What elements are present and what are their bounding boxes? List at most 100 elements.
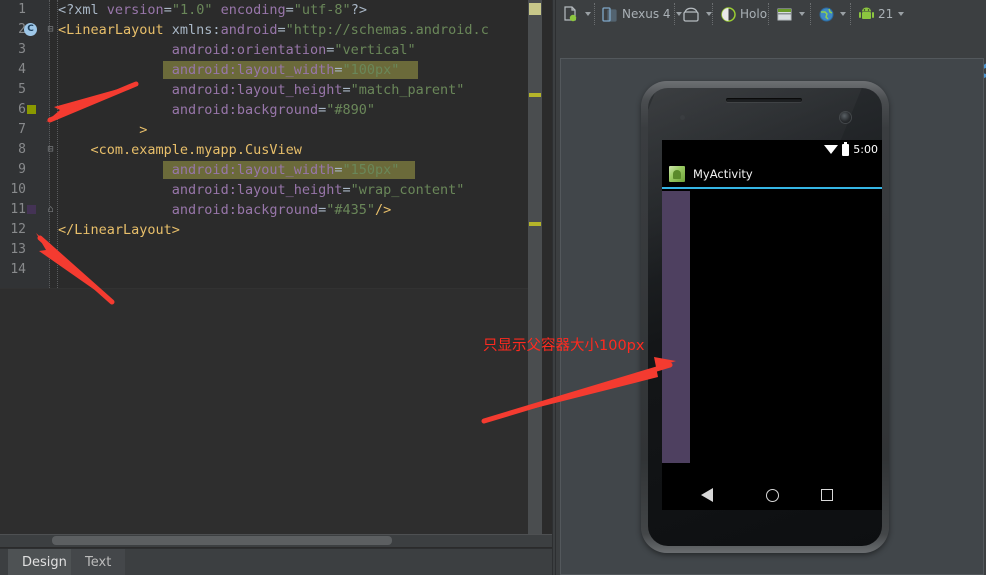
device-preview[interactable]: 5:00 MyActivity bbox=[641, 81, 889, 553]
app-launcher-icon bbox=[669, 165, 685, 182]
line-number: 6 bbox=[18, 102, 26, 117]
android-studio-layout-editor: 1 <?xml version="1.0" encoding="utf-8"?> 2… bbox=[0, 0, 986, 575]
earpiece-speaker bbox=[726, 98, 802, 102]
orientation-dropdown[interactable] bbox=[682, 2, 715, 26]
line-text: > bbox=[139, 122, 148, 138]
editor-mode-tabbar: Design Text bbox=[0, 548, 552, 575]
annotation-text: 只显示父容器大小100px bbox=[483, 338, 645, 354]
light-sensor bbox=[691, 115, 695, 119]
line-text: </LinearLayout> bbox=[58, 222, 180, 238]
device-label: Nexus 4 bbox=[622, 7, 671, 21]
api-level-dropdown[interactable]: 21 bbox=[858, 2, 905, 26]
theme-icon bbox=[721, 6, 736, 22]
theme-dropdown[interactable]: Holo bbox=[720, 2, 767, 26]
code-area[interactable]: 1 <?xml version="1.0" encoding="utf-8"?> 2… bbox=[0, 0, 552, 534]
code-line[interactable]: 14 bbox=[0, 260, 552, 280]
code-line[interactable]: 2 <LinearLayout xmlns:android="http://sch… bbox=[0, 20, 552, 40]
device-config-dropdown[interactable] bbox=[562, 2, 594, 26]
line-number: 4 bbox=[18, 62, 26, 77]
marker-dash-1[interactable] bbox=[529, 93, 541, 97]
toolbar-separator-3 bbox=[712, 3, 713, 25]
line-number: 2 bbox=[18, 22, 26, 37]
code-fold-end[interactable]: ⌂ bbox=[45, 204, 56, 215]
toolbar-separator-4 bbox=[768, 3, 769, 25]
android-action-bar: MyActivity bbox=[662, 160, 882, 189]
marker-square[interactable] bbox=[529, 3, 541, 15]
code-fold-toggle[interactable]: ⊟ bbox=[45, 144, 56, 155]
device-screen[interactable]: 5:00 MyActivity bbox=[662, 140, 882, 510]
device-icon bbox=[602, 6, 617, 22]
android-navigation-bar bbox=[662, 480, 882, 510]
layout-content-area[interactable] bbox=[662, 191, 882, 480]
chevron-down-icon bbox=[585, 12, 591, 16]
line-number: 9 bbox=[18, 162, 26, 177]
code-line[interactable]: 6 android:background="#890" bbox=[0, 100, 552, 120]
code-line[interactable]: 4 android:layout_width="100px" bbox=[0, 60, 552, 80]
code-line[interactable]: 11 android:background="#435"/> ⌂ bbox=[0, 200, 552, 220]
chevron-down-icon bbox=[840, 12, 846, 16]
code-fold-toggle[interactable]: ⊟ bbox=[45, 24, 56, 35]
theme-label: Holo bbox=[740, 7, 768, 21]
code-line[interactable]: 13 bbox=[0, 240, 552, 260]
line-text: android:layout_height="wrap_content" bbox=[171, 182, 465, 198]
chevron-down-icon bbox=[675, 12, 682, 16]
orientation-icon bbox=[683, 7, 699, 22]
line-text: android:orientation="vertical" bbox=[171, 42, 416, 58]
line-text: android:background="#890" bbox=[171, 102, 376, 118]
toolbar-separator-5 bbox=[810, 3, 811, 25]
tab-text[interactable]: Text bbox=[71, 549, 126, 575]
line-number: 13 bbox=[10, 242, 26, 257]
line-number: 11 bbox=[10, 202, 26, 217]
device-glass: 5:00 MyActivity bbox=[648, 88, 882, 546]
chevron-down-icon bbox=[799, 12, 805, 16]
status-bar-time: 5:00 bbox=[853, 143, 878, 156]
globe-icon bbox=[819, 7, 834, 21]
activity-dropdown[interactable] bbox=[776, 2, 808, 26]
recents-nav-icon[interactable] bbox=[820, 489, 833, 501]
xml-editor-panel: 1 <?xml version="1.0" encoding="utf-8"?> 2… bbox=[0, 0, 552, 575]
locale-dropdown[interactable] bbox=[818, 2, 849, 26]
device-dropdown[interactable]: Nexus 4 bbox=[602, 2, 682, 26]
linear-layout-parent-preview[interactable] bbox=[662, 191, 690, 463]
code-line[interactable]: 9 android:layout_width="150px" bbox=[0, 160, 552, 180]
preview-toolbar-top: Nexus 4 Holo 21 bbox=[556, 0, 986, 28]
code-line[interactable]: 12 </LinearLayout> bbox=[0, 220, 552, 240]
gutter-color-swatch[interactable] bbox=[27, 105, 36, 114]
status-bar-right: 5:00 bbox=[824, 141, 878, 156]
toolbar-separator-6 bbox=[850, 3, 851, 25]
toolbar-separator-1 bbox=[594, 3, 595, 25]
activity-icon bbox=[777, 8, 792, 20]
code-line[interactable]: 10 android:layout_height="wrap_content" bbox=[0, 180, 552, 200]
api-level-label: 21 bbox=[878, 7, 894, 21]
code-line[interactable]: 3 android:orientation="vertical" bbox=[0, 40, 552, 60]
code-line[interactable]: 5 android:layout_height="match_parent" bbox=[0, 80, 552, 100]
editor-marker-bar[interactable] bbox=[528, 0, 542, 534]
line-text: android:background="#435"/> bbox=[171, 202, 392, 218]
line-number: 10 bbox=[10, 182, 26, 197]
class-marker-badge[interactable]: C bbox=[24, 23, 37, 36]
horizontal-scrollbar-thumb[interactable] bbox=[52, 536, 392, 545]
tab-design[interactable]: Design bbox=[8, 549, 81, 575]
line-text: android:layout_width="150px" bbox=[171, 162, 400, 178]
line-number: 3 bbox=[18, 42, 26, 57]
android-icon bbox=[859, 7, 874, 19]
gutter-color-swatch[interactable] bbox=[27, 205, 36, 214]
editor-empty-region bbox=[0, 289, 534, 534]
line-text: <?xml version="1.0" encoding="utf-8"?> bbox=[58, 2, 367, 18]
line-number: 7 bbox=[18, 122, 26, 137]
chevron-down-icon bbox=[898, 12, 905, 16]
preview-canvas[interactable]: 5:00 MyActivity bbox=[560, 58, 984, 575]
line-text: android:layout_height="match_parent" bbox=[171, 82, 465, 98]
line-text: <LinearLayout xmlns:android="http://sche… bbox=[58, 22, 489, 38]
activity-title: MyActivity bbox=[693, 166, 753, 181]
preview-toolbar-zoom: 1:1 bbox=[556, 28, 986, 82]
line-number: 5 bbox=[18, 82, 26, 97]
code-line[interactable]: 1 <?xml version="1.0" encoding="utf-8"?> bbox=[0, 0, 552, 20]
home-nav-icon[interactable] bbox=[765, 488, 779, 502]
marker-dash-2[interactable] bbox=[529, 222, 541, 226]
back-nav-icon[interactable] bbox=[700, 488, 724, 502]
device-config-icon bbox=[564, 6, 577, 22]
code-line[interactable]: 7 > bbox=[0, 120, 552, 140]
code-line[interactable]: 8 <com.example.myapp.CusView ⊟ bbox=[0, 140, 552, 160]
line-text: android:layout_width="100px" bbox=[171, 62, 400, 78]
